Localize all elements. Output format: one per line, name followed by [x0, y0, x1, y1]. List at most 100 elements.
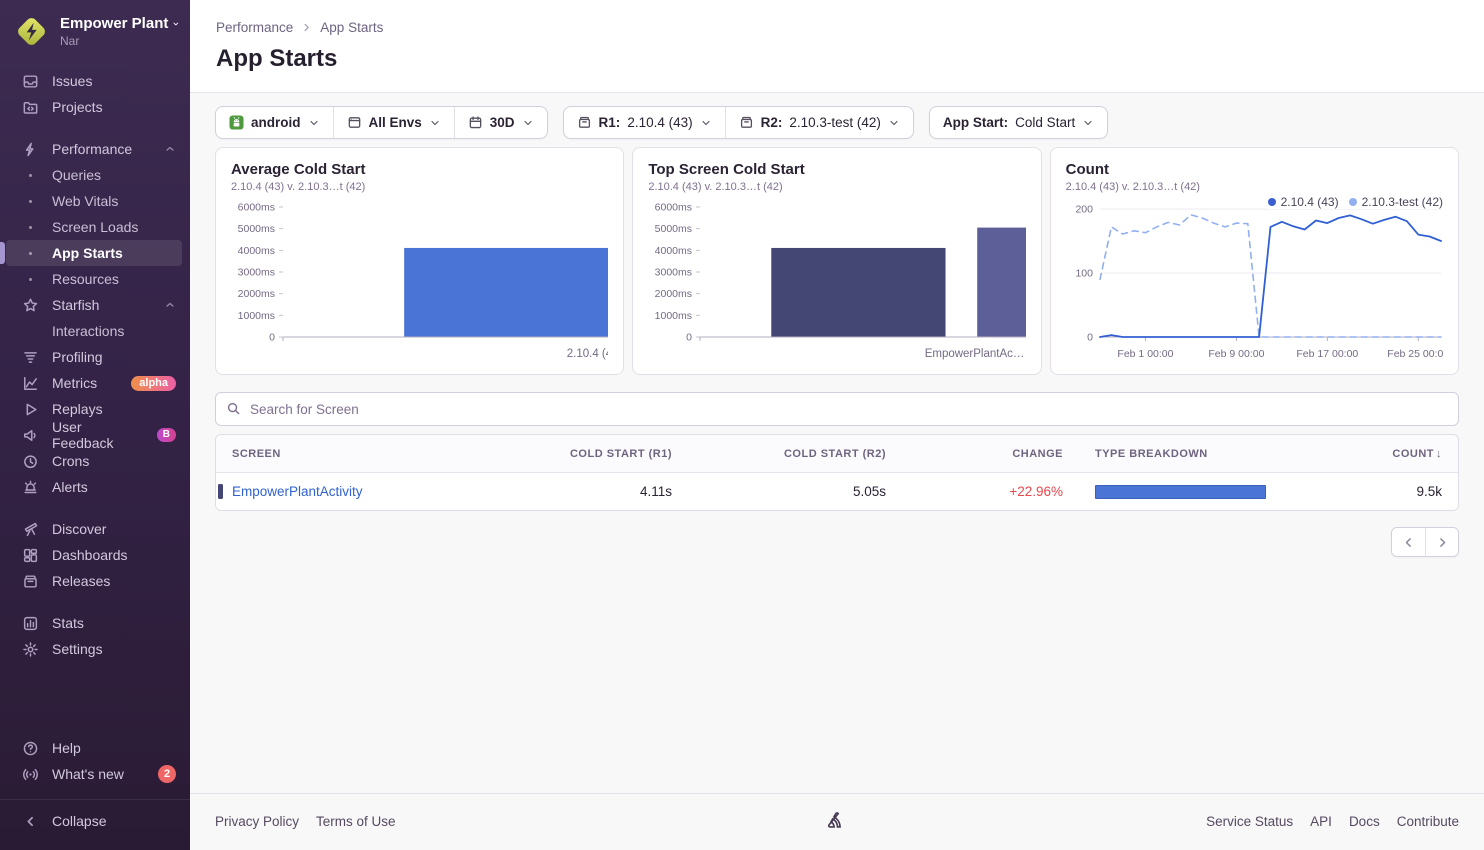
- sidebar-item-label: Stats: [52, 615, 84, 631]
- sidebar-item-help[interactable]: Help: [0, 735, 190, 761]
- svg-text:1000ms: 1000ms: [238, 310, 275, 322]
- sidebar: Empower Plant Nar Issues Projects Performa…: [0, 0, 190, 850]
- sidebar-item-what-s-new[interactable]: What's new2: [0, 761, 190, 787]
- help-icon: [22, 740, 39, 757]
- svg-text:200: 200: [1075, 204, 1093, 216]
- footer-link-contribute[interactable]: Contribute: [1397, 814, 1459, 829]
- sidebar-item-metrics[interactable]: Metricsalpha: [0, 370, 190, 396]
- screen-link[interactable]: EmpowerPlantActivity: [232, 484, 363, 499]
- breadcrumb-performance[interactable]: Performance: [216, 20, 293, 35]
- screen-cell: EmpowerPlantActivity: [216, 484, 508, 499]
- filter-value: Cold Start: [1015, 115, 1075, 130]
- org-switcher[interactable]: Empower Plant Nar: [0, 0, 190, 52]
- bullet-icon: [22, 278, 39, 281]
- sidebar-item-queries[interactable]: Queries: [0, 162, 190, 188]
- sidebar-item-label: Metrics: [52, 375, 97, 391]
- chevron-down-icon: [888, 117, 900, 129]
- cold-start-r1-cell: 4.11s: [508, 484, 688, 499]
- legend-item[interactable]: 2.10.3-test (42): [1349, 195, 1443, 209]
- filter-android[interactable]: android: [216, 107, 333, 138]
- legend-label: 2.10.3-test (42): [1362, 195, 1443, 209]
- footer-link-privacy-policy[interactable]: Privacy Policy: [215, 814, 299, 829]
- sidebar-item-discover[interactable]: Discover: [0, 516, 190, 542]
- environment-icon: [347, 115, 362, 130]
- next-page-button[interactable]: [1425, 528, 1458, 556]
- footer-link-docs[interactable]: Docs: [1349, 814, 1380, 829]
- chevron-left-icon: [22, 813, 39, 830]
- filter-group: App Start:Cold Start: [929, 106, 1108, 139]
- sidebar-item-screen-loads[interactable]: Screen Loads: [0, 214, 190, 240]
- breakdown-bar: [1095, 485, 1266, 499]
- column-header-screen[interactable]: Screen: [216, 448, 508, 460]
- sort-descending-icon: ↓: [1436, 448, 1442, 460]
- chart-card-average-cold-start: Average Cold Start2.10.4 (43) v. 2.10.3……: [215, 147, 624, 375]
- project-name: Nar: [60, 34, 180, 48]
- filter-app-start[interactable]: App Start:Cold Start: [930, 107, 1107, 138]
- page-footer: Privacy Policy Terms of Use Service Statu…: [190, 793, 1484, 850]
- search-icon: [226, 401, 241, 416]
- sidebar-item-settings[interactable]: Settings: [0, 636, 190, 662]
- sidebar-item-alerts[interactable]: Alerts: [0, 474, 190, 500]
- replays-icon: [22, 401, 39, 418]
- sidebar-item-stats[interactable]: Stats: [0, 610, 190, 636]
- column-header-change[interactable]: Change: [902, 448, 1079, 460]
- chevron-down-icon: [522, 117, 534, 129]
- issues-icon: [22, 73, 39, 90]
- svg-text:Feb 9 00:00: Feb 9 00:00: [1208, 348, 1264, 360]
- sidebar-item-projects[interactable]: Projects: [0, 94, 190, 120]
- footer-link-terms-of-use[interactable]: Terms of Use: [316, 814, 396, 829]
- filter-r2[interactable]: R2:2.10.3-test (42): [725, 107, 913, 138]
- filter-group: R1:2.10.4 (43)R2:2.10.3-test (42): [563, 106, 914, 139]
- footer-link-api[interactable]: API: [1310, 814, 1332, 829]
- filter-r1[interactable]: R1:2.10.4 (43): [564, 107, 725, 138]
- svg-text:6000ms: 6000ms: [238, 202, 275, 214]
- chart-title: Top Screen Cold Start: [648, 161, 1025, 178]
- sidebar-item-interactions[interactable]: Interactions: [0, 318, 190, 344]
- android-icon: [229, 115, 244, 130]
- broadcast-icon: [22, 766, 39, 783]
- previous-page-button[interactable]: [1392, 528, 1425, 556]
- legend-item[interactable]: 2.10.4 (43): [1268, 195, 1339, 209]
- release-icon: [577, 115, 592, 130]
- sidebar-item-label: Issues: [52, 73, 92, 89]
- column-header-type-breakdown[interactable]: Type Breakdown: [1079, 448, 1339, 460]
- sidebar-item-profiling[interactable]: Profiling: [0, 344, 190, 370]
- chevron-right-icon: [1436, 536, 1449, 549]
- settings-icon: [22, 641, 39, 658]
- sidebar-item-issues[interactable]: Issues: [0, 68, 190, 94]
- sidebar-item-performance[interactable]: Performance: [0, 136, 190, 162]
- releases-icon: [22, 573, 39, 590]
- sidebar-item-user-feedback[interactable]: User FeedbackB: [0, 422, 190, 448]
- sidebar-item-dashboards[interactable]: Dashboards: [0, 542, 190, 568]
- column-header-count[interactable]: Count↓: [1339, 448, 1458, 460]
- table-row: EmpowerPlantActivity4.11s5.05s+22.96%9.5…: [216, 473, 1458, 510]
- collapse-section: Collapse: [0, 799, 190, 846]
- footer-link-service-status[interactable]: Service Status: [1206, 814, 1293, 829]
- sidebar-section: Stats Settings: [0, 610, 190, 662]
- search-input[interactable]: [215, 392, 1459, 426]
- projects-icon: [22, 99, 39, 116]
- filter-30d[interactable]: 30D: [454, 107, 547, 138]
- collapse-button[interactable]: Collapse: [0, 808, 190, 834]
- column-header-cold-start-r1[interactable]: Cold Start (R1): [508, 448, 688, 460]
- filter-all-envs[interactable]: All Envs: [333, 107, 454, 138]
- sidebar-item-label: App Starts: [52, 245, 123, 261]
- svg-text:0: 0: [269, 332, 275, 344]
- sidebar-item-crons[interactable]: Crons: [0, 448, 190, 474]
- charts-row: Average Cold Start2.10.4 (43) v. 2.10.3……: [190, 146, 1484, 375]
- svg-text:1000ms: 1000ms: [655, 310, 692, 322]
- sidebar-item-resources[interactable]: Resources: [0, 266, 190, 292]
- column-header-cold-start-r2[interactable]: Cold Start (R2): [688, 448, 902, 460]
- sidebar-item-web-vitals[interactable]: Web Vitals: [0, 188, 190, 214]
- sidebar-item-app-starts[interactable]: App Starts: [6, 240, 182, 266]
- sidebar-item-releases[interactable]: Releases: [0, 568, 190, 594]
- sidebar-item-label: Projects: [52, 99, 103, 115]
- what-s-new-badge: 2: [158, 765, 176, 783]
- profiling-icon: [22, 349, 39, 366]
- svg-text:Feb 1 00:00: Feb 1 00:00: [1117, 348, 1173, 360]
- sidebar-item-starfish[interactable]: Starfish: [0, 292, 190, 318]
- search-row: [190, 375, 1484, 426]
- svg-text:6000ms: 6000ms: [655, 202, 692, 214]
- sidebar-item-label: Queries: [52, 167, 101, 183]
- discover-icon: [22, 521, 39, 538]
